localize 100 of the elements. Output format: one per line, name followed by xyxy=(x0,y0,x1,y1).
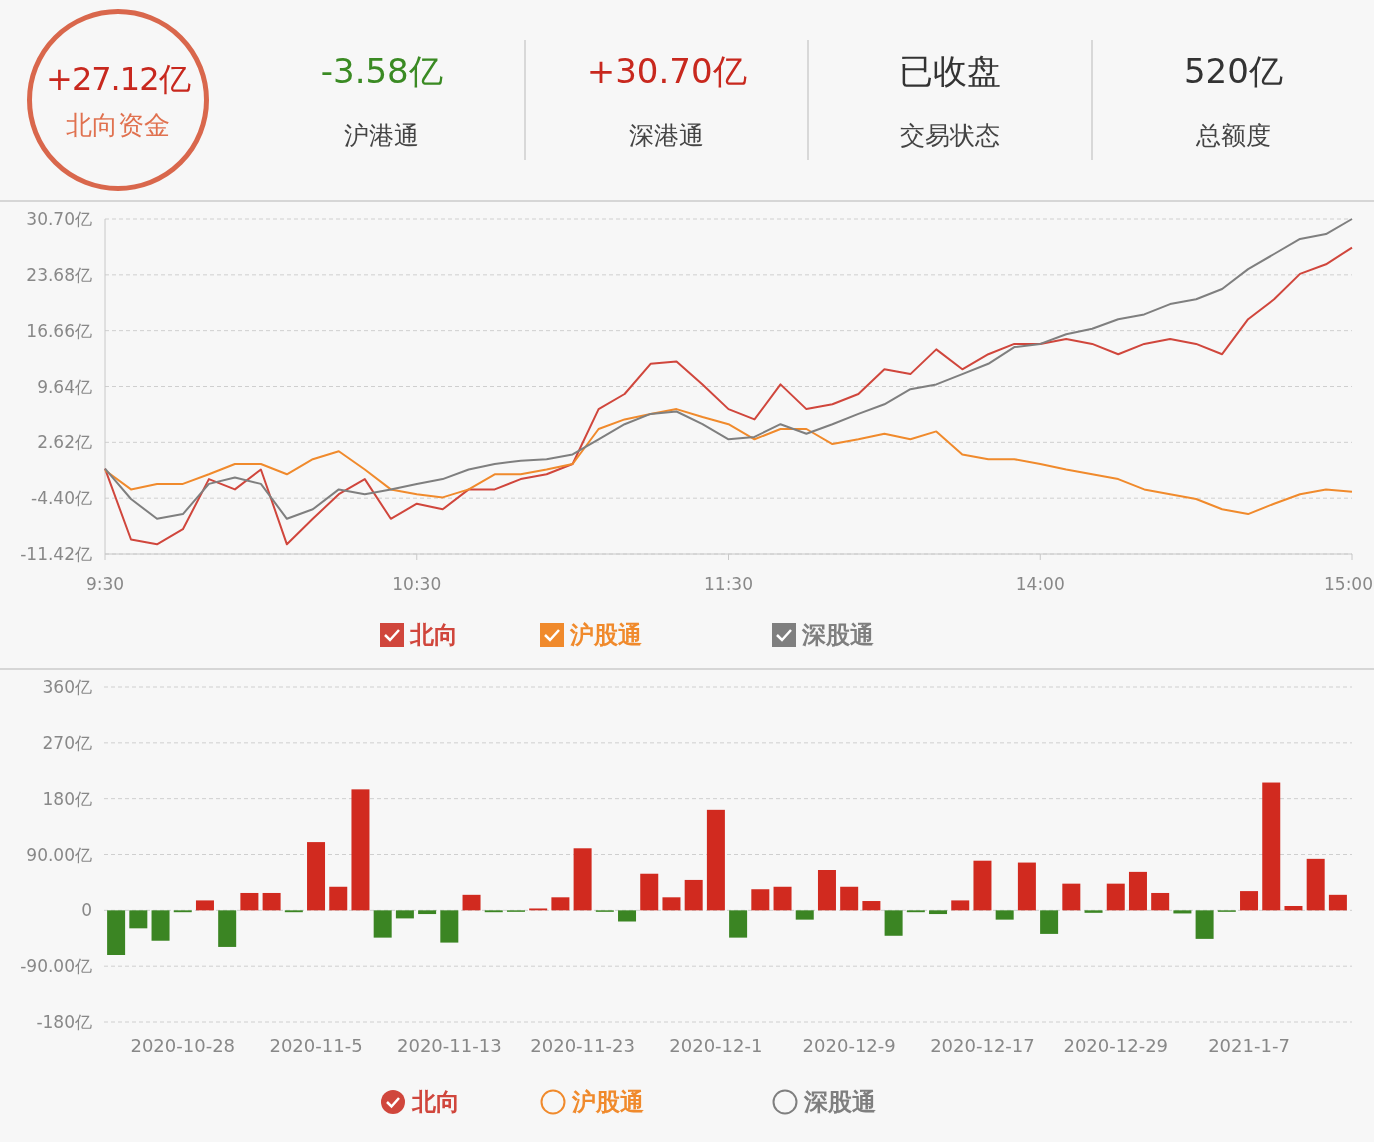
axis-label: -180亿 xyxy=(36,1012,92,1032)
axis-label: 16.66亿 xyxy=(26,320,92,341)
axis-label: 2020-11-5 xyxy=(269,1035,363,1056)
bar xyxy=(462,894,481,911)
bar xyxy=(284,910,303,913)
axis-label: -11.42亿 xyxy=(20,544,92,564)
stat-value: 已收盘 xyxy=(898,49,1001,93)
legend-label[interactable]: 北向 xyxy=(412,1086,460,1118)
bar xyxy=(773,886,792,911)
legend-radio[interactable] xyxy=(772,1089,798,1115)
stat-value: -3.58亿 xyxy=(320,49,443,93)
bar xyxy=(640,873,659,911)
bar xyxy=(1040,910,1059,934)
bar xyxy=(973,860,992,911)
bar xyxy=(551,897,570,911)
bar xyxy=(817,870,836,911)
bar xyxy=(1173,910,1192,914)
bar xyxy=(618,910,637,922)
legend-checkbox[interactable] xyxy=(380,623,404,647)
legend-label[interactable]: 沪股通 xyxy=(570,619,642,651)
legend-label[interactable]: 沪股通 xyxy=(572,1086,644,1118)
bar xyxy=(1151,892,1170,911)
axis-label: 23.68亿 xyxy=(26,264,92,285)
bar xyxy=(195,900,214,911)
bar xyxy=(995,910,1014,920)
axis-label: 2020-10-28 xyxy=(130,1035,236,1056)
bar xyxy=(240,892,259,911)
bar xyxy=(862,901,881,911)
axis-label: 9:30 xyxy=(85,574,125,594)
bar xyxy=(1284,906,1303,911)
bar xyxy=(329,886,348,911)
axis-label: 2020-11-23 xyxy=(530,1035,635,1056)
bar xyxy=(484,910,503,913)
legend-label[interactable]: 深股通 xyxy=(804,1086,876,1118)
bar xyxy=(573,848,592,911)
axis-label: 9.64亿 xyxy=(37,376,92,397)
bar xyxy=(151,910,170,941)
bar xyxy=(1240,891,1259,911)
stat-label: 交易状态 xyxy=(899,119,1000,152)
axis-label: 0 xyxy=(81,900,92,921)
axis-label: 14:00 xyxy=(1015,574,1065,594)
bar xyxy=(1128,871,1147,911)
axis-label: 2020-12-17 xyxy=(930,1035,1035,1056)
bar xyxy=(840,886,859,911)
bar xyxy=(684,879,703,911)
axis-label: 2020-12-29 xyxy=(1063,1035,1169,1056)
legend-radio[interactable] xyxy=(380,1089,406,1115)
bar xyxy=(440,910,459,943)
bar xyxy=(795,910,814,920)
bar xyxy=(1328,894,1347,911)
bar xyxy=(729,910,748,938)
stat-label: 沪港通 xyxy=(344,119,420,152)
bar xyxy=(1106,883,1125,911)
axis-label: 11:30 xyxy=(704,574,753,594)
axis-label: 2020-11-13 xyxy=(397,1035,502,1056)
axis-label: 2021-1-7 xyxy=(1208,1035,1290,1056)
axis-label: 10:30 xyxy=(392,574,442,594)
bar xyxy=(884,910,903,936)
bar xyxy=(262,892,281,911)
bar xyxy=(373,910,392,938)
stat-label: 总额度 xyxy=(1195,119,1271,152)
bar xyxy=(1017,862,1036,911)
summary-label: 北向资金 xyxy=(65,108,170,142)
legend-radio[interactable] xyxy=(540,1089,566,1115)
bar xyxy=(173,910,192,913)
legend-label[interactable]: 北向 xyxy=(410,619,458,651)
axis-label: 360亿 xyxy=(42,677,92,697)
legend-label[interactable]: 深股通 xyxy=(802,619,874,651)
bar xyxy=(1195,910,1214,939)
bar xyxy=(751,889,770,911)
bar xyxy=(662,897,681,911)
axis-label: 270亿 xyxy=(42,732,92,753)
bar xyxy=(418,910,437,915)
axis-label: -90.00亿 xyxy=(20,956,92,977)
bar xyxy=(307,842,326,911)
bar xyxy=(1306,858,1325,911)
bar xyxy=(107,910,126,955)
summary-value: +27.12亿 xyxy=(46,58,190,100)
legend-checkbox[interactable] xyxy=(540,623,564,647)
axis-label: -4.40亿 xyxy=(31,488,92,509)
stat-value: 520亿 xyxy=(1183,49,1283,93)
axis-label: 2020-12-1 xyxy=(669,1035,763,1056)
bar xyxy=(218,910,237,947)
bar xyxy=(929,910,948,915)
axis-label: 90.00亿 xyxy=(26,844,92,865)
stat-value: +30.70亿 xyxy=(586,49,747,93)
axis-label: 2.62亿 xyxy=(37,432,92,453)
axis-label: 30.70亿 xyxy=(26,209,92,229)
axis-label: 180亿 xyxy=(42,788,92,809)
bar xyxy=(1062,883,1081,911)
bar xyxy=(1084,910,1103,913)
axis-label: 2020-12-9 xyxy=(802,1035,896,1056)
stat-label: 深港通 xyxy=(629,119,705,152)
bar xyxy=(529,908,548,911)
bar xyxy=(906,910,925,913)
bar xyxy=(395,910,414,919)
bar xyxy=(129,910,148,929)
axis-label: 15:00 xyxy=(1324,574,1373,594)
legend-checkbox[interactable] xyxy=(772,623,796,647)
bar xyxy=(951,900,970,911)
